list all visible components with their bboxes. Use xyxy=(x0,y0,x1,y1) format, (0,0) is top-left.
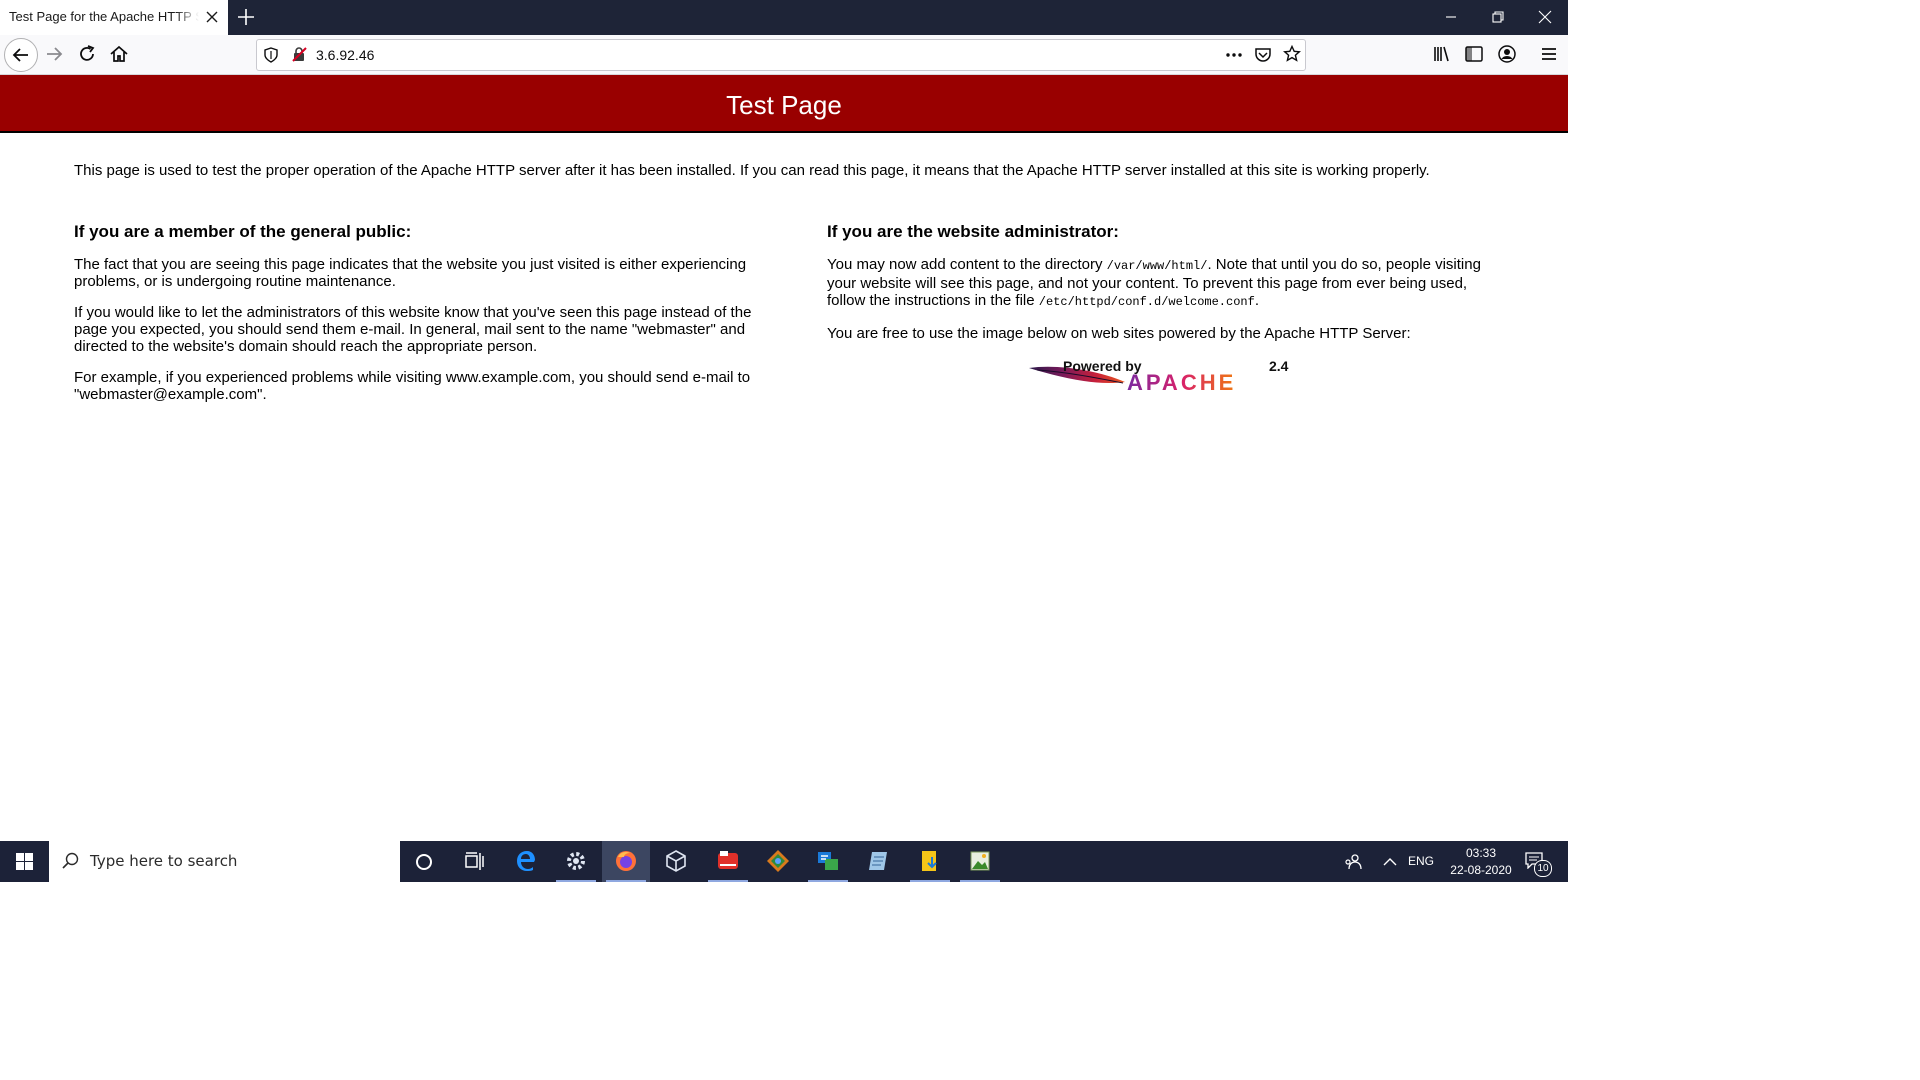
image-viewer-icon xyxy=(970,851,990,871)
minimize-icon[interactable] xyxy=(1441,8,1461,26)
cortana-icon xyxy=(416,854,432,870)
taskbar-file-explorer[interactable] xyxy=(906,841,954,882)
taskbar-edge[interactable] xyxy=(502,841,550,882)
apache-powered-by-logo: Powered by 2.4 APACHE xyxy=(1029,358,1289,394)
notes-app-icon xyxy=(869,852,887,870)
public-paragraph-2: If you would like to let the administrat… xyxy=(74,304,752,355)
running-indicator xyxy=(708,880,748,882)
running-indicator xyxy=(910,880,950,882)
virtual-box-icon xyxy=(666,850,686,872)
account-icon[interactable] xyxy=(1496,43,1518,65)
windows-taskbar: Type here to search ENG 03:33 22-08-2020… xyxy=(0,841,1568,882)
browser-toolbar: 3.6.92.46 xyxy=(0,35,1568,75)
page-banner: Test Page xyxy=(0,75,1568,133)
browser-tab[interactable]: Test Page for the Apache HTTP Server xyxy=(0,0,228,35)
config-file-path: /etc/httpd/conf.d/welcome.conf xyxy=(1038,295,1255,309)
public-paragraph-1: The fact that you are seeing this page i… xyxy=(74,256,747,290)
edge-icon xyxy=(517,851,535,871)
shield-icon[interactable] xyxy=(263,47,279,63)
red-app-icon xyxy=(718,851,738,869)
people-icon[interactable] xyxy=(1344,853,1362,871)
running-indicator xyxy=(808,880,848,882)
tab-close-icon[interactable] xyxy=(203,8,221,26)
firefox-icon xyxy=(616,851,636,871)
taskbar-firefox[interactable] xyxy=(602,841,650,882)
folder-download-icon xyxy=(922,851,937,871)
search-icon xyxy=(62,852,79,869)
tab-title: Test Page for the Apache HTTP Server xyxy=(9,9,199,24)
admin-heading: If you are the website administrator: xyxy=(827,222,1119,241)
taskbar-app-notes[interactable] xyxy=(854,841,902,882)
bookmark-star-icon[interactable] xyxy=(1283,45,1301,63)
chevron-up-icon[interactable] xyxy=(1382,856,1398,868)
public-paragraph-3: For example, if you experienced problems… xyxy=(74,369,751,403)
task-view-button[interactable] xyxy=(450,841,498,882)
taskbar-app-diamond[interactable] xyxy=(754,841,802,882)
running-indicator xyxy=(960,880,1000,882)
page-title: Test Page xyxy=(726,90,842,120)
forward-arrow-icon[interactable] xyxy=(43,43,65,65)
search-placeholder: Type here to search xyxy=(90,852,238,870)
start-button[interactable] xyxy=(0,841,48,882)
logo-version-text: 2.4 xyxy=(1269,358,1289,374)
running-indicator xyxy=(606,880,646,882)
close-window-icon[interactable] xyxy=(1535,8,1555,26)
public-heading: If you are a member of the general publi… xyxy=(74,222,412,241)
public-section: If you are a member of the general publi… xyxy=(74,222,754,417)
admin-text-a: You may now add content to the directory xyxy=(827,256,1107,273)
directory-path: /var/www/html/ xyxy=(1106,259,1208,273)
admin-section: If you are the website administrator: Yo… xyxy=(827,222,1507,356)
diamond-app-icon xyxy=(767,850,789,872)
system-clock[interactable]: 03:33 22-08-2020 xyxy=(1444,845,1518,879)
admin-text-c: . xyxy=(1254,292,1259,309)
admin-paragraph-2: You are free to use the image below on w… xyxy=(827,325,1411,342)
address-bar[interactable]: 3.6.92.46 xyxy=(256,39,1306,71)
admin-paragraph-1: You may now add content to the directory… xyxy=(827,256,1507,311)
clock-time: 03:33 xyxy=(1465,846,1497,860)
action-center-button[interactable]: 10 xyxy=(1524,851,1552,877)
page-actions-menu-icon[interactable] xyxy=(1225,48,1243,62)
gear-icon xyxy=(567,852,585,870)
taskbar-settings[interactable] xyxy=(552,841,600,882)
intro-paragraph: This page is used to test the proper ope… xyxy=(74,162,1430,179)
restore-icon[interactable] xyxy=(1488,8,1508,26)
remote-desktop-icon xyxy=(818,852,838,870)
taskbar-image-viewer[interactable] xyxy=(956,841,1004,882)
insecure-lock-icon[interactable] xyxy=(291,46,308,63)
new-tab-icon[interactable] xyxy=(236,7,256,27)
hamburger-menu-icon[interactable] xyxy=(1538,43,1560,65)
url-text[interactable]: 3.6.92.46 xyxy=(316,47,374,63)
taskbar-app-terminal[interactable] xyxy=(804,841,852,882)
back-arrow-icon xyxy=(12,48,28,62)
cortana-button[interactable] xyxy=(400,841,448,882)
windows-logo-icon xyxy=(16,853,33,870)
taskbar-app-red[interactable] xyxy=(704,841,752,882)
logo-brand-text: APACHE xyxy=(1127,370,1236,394)
library-icon[interactable] xyxy=(1431,43,1453,65)
browser-title-bar: Test Page for the Apache HTTP Server xyxy=(0,0,1568,35)
sidebar-icon[interactable] xyxy=(1463,43,1485,65)
pocket-icon[interactable] xyxy=(1254,46,1272,64)
clock-date: 22-08-2020 xyxy=(1450,863,1512,877)
running-indicator xyxy=(556,880,596,882)
notification-count-badge: 10 xyxy=(1534,860,1552,877)
reload-icon[interactable] xyxy=(76,43,98,65)
taskbar-virtualbox[interactable] xyxy=(652,841,700,882)
task-view-icon xyxy=(465,852,484,870)
taskbar-search-box[interactable]: Type here to search xyxy=(49,841,400,882)
back-button[interactable] xyxy=(4,38,38,72)
home-icon[interactable] xyxy=(108,43,130,65)
input-language[interactable]: ENG xyxy=(1408,854,1434,868)
